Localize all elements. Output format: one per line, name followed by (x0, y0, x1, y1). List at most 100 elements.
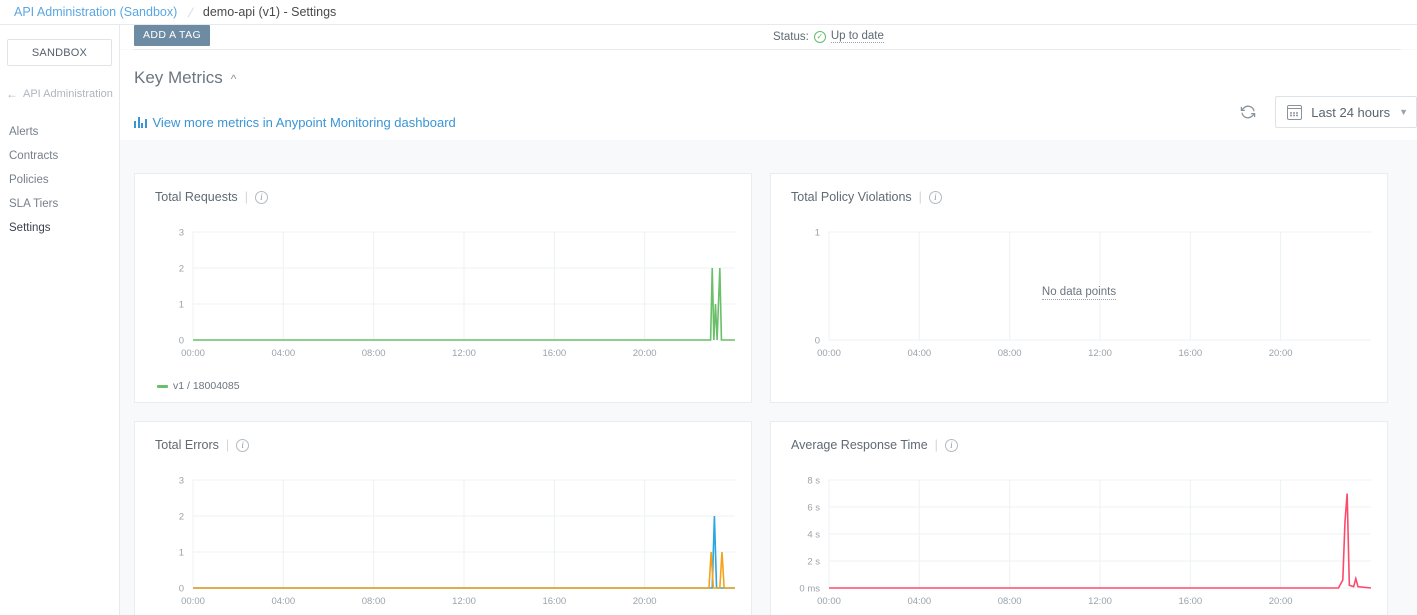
svg-text:12:00: 12:00 (1088, 596, 1112, 607)
charts-grid: Total Requests | i 0 1 2 3 00:00 04:00 08:00 12… (120, 173, 1417, 615)
legend-swatch (157, 385, 168, 388)
svg-text:0: 0 (179, 584, 184, 595)
svg-text:1: 1 (179, 548, 184, 559)
svg-text:20:00: 20:00 (1269, 348, 1293, 359)
svg-text:0 ms: 0 ms (799, 584, 820, 595)
view-more-metrics-label: View more metrics in Anypoint Monitoring… (153, 115, 456, 130)
chart-title-row: Total Errors | i (135, 422, 751, 452)
date-range-value: Last 24 hours (1311, 105, 1390, 120)
status-badge: Status: ✓ Up to date (773, 30, 884, 43)
sidebar-item-label: Policies (9, 174, 49, 186)
svg-text:4 s: 4 s (807, 530, 820, 541)
metrics-toolbar: View more metrics in Anypoint Monitoring… (120, 88, 1417, 140)
breadcrumb-root-link[interactable]: API Administration (Sandbox) (14, 5, 177, 19)
time-controls: Last 24 hours ▼ (1239, 96, 1417, 128)
breadcrumb: API Administration (Sandbox) / demo-api … (0, 0, 1417, 25)
info-icon[interactable]: i (929, 191, 942, 204)
view-more-metrics-link[interactable]: View more metrics in Anypoint Monitoring… (134, 115, 456, 130)
chart-title-row: Total Requests | i (135, 174, 751, 204)
sidebar-item-settings[interactable]: Settings (0, 216, 119, 240)
chart-plot-area: 0 ms2 s4 s6 s8 s00:0004:0008:0012:0016:0… (771, 466, 1387, 615)
chart-plot-area: 012300:0004:0008:0012:0016:0020:00 (135, 218, 751, 402)
chart-svg: 012300:0004:0008:0012:0016:0020:00 (135, 466, 753, 615)
back-link-label: API Administration (23, 88, 113, 100)
environment-label: SANDBOX (32, 47, 87, 59)
sidebar-item-sla-tiers[interactable]: SLA Tiers (0, 192, 119, 216)
svg-text:2 s: 2 s (807, 557, 820, 568)
sidebar-item-label: SLA Tiers (9, 198, 58, 210)
no-data-message: No data points (771, 286, 1387, 298)
svg-text:08:00: 08:00 (362, 348, 386, 359)
info-icon[interactable]: i (236, 439, 249, 452)
environment-selector[interactable]: SANDBOX (7, 39, 112, 66)
chart-plot-area: 0100:0004:0008:0012:0016:0020:00 (771, 218, 1387, 402)
svg-text:20:00: 20:00 (633, 596, 657, 607)
svg-text:0: 0 (179, 336, 184, 347)
svg-text:6 s: 6 s (807, 503, 820, 514)
sidebar-item-label: Settings (9, 222, 51, 234)
svg-text:00:00: 00:00 (817, 596, 841, 607)
back-to-api-administration-link[interactable]: ← API Administration (6, 88, 119, 100)
sidebar-item-label: Contracts (9, 150, 58, 162)
legend-label: v1 / 18004085 (173, 380, 240, 392)
chart-title: Total Requests (155, 190, 238, 204)
chart-title: Average Response Time (791, 438, 928, 452)
chart-card-total-requests: Total Requests | i 012300:0004:0008:0012… (134, 173, 752, 403)
svg-text:00:00: 00:00 (817, 348, 841, 359)
sidebar-item-alerts[interactable]: Alerts (0, 120, 119, 144)
chart-plot-area: 012300:0004:0008:0012:0016:0020:00 (135, 466, 751, 615)
chevron-up-icon[interactable]: ^ (231, 73, 237, 85)
date-range-picker[interactable]: Last 24 hours ▼ (1275, 96, 1417, 128)
add-a-tag-button[interactable]: ADD A TAG (134, 25, 210, 46)
svg-text:2: 2 (179, 264, 184, 275)
breadcrumb-current: demo-api (v1) - Settings (203, 5, 336, 19)
svg-text:12:00: 12:00 (452, 348, 476, 359)
status-label: Status: (773, 31, 809, 43)
status-value[interactable]: Up to date (831, 30, 884, 43)
svg-text:12:00: 12:00 (1088, 348, 1112, 359)
chart-title: Total Errors (155, 438, 219, 452)
api-toolbar: ADD A TAG Status: ✓ Up to date (120, 25, 1417, 49)
page-title: Key Metrics (134, 68, 223, 88)
svg-text:16:00: 16:00 (1178, 348, 1202, 359)
svg-text:16:00: 16:00 (1178, 596, 1202, 607)
chart-title-row: Average Response Time | i (771, 422, 1387, 452)
title-separator: | (226, 438, 229, 452)
key-metrics-header: Key Metrics ^ (120, 62, 1417, 88)
svg-text:08:00: 08:00 (998, 596, 1022, 607)
info-icon[interactable]: i (255, 191, 268, 204)
title-separator: | (935, 438, 938, 452)
chevron-down-icon: ▼ (1399, 107, 1408, 117)
chart-legend: v1 / 18004085 (157, 380, 240, 392)
sidebar-item-contracts[interactable]: Contracts (0, 144, 119, 168)
calendar-icon (1287, 105, 1302, 120)
spacer (120, 50, 1417, 62)
legend-entry[interactable]: v1 / 18004085 (157, 380, 240, 392)
check-circle-icon: ✓ (814, 31, 826, 43)
svg-text:20:00: 20:00 (633, 348, 657, 359)
refresh-icon[interactable] (1239, 103, 1257, 121)
bar-chart-icon (134, 116, 147, 128)
svg-text:12:00: 12:00 (452, 596, 476, 607)
chart-svg: 0 ms2 s4 s6 s8 s00:0004:0008:0012:0016:0… (771, 466, 1389, 615)
chart-svg: 0100:0004:0008:0012:0016:0020:00 (771, 218, 1389, 386)
svg-text:00:00: 00:00 (181, 348, 205, 359)
svg-text:04:00: 04:00 (271, 596, 295, 607)
sidebar-item-label: Alerts (9, 126, 38, 138)
no-data-label: No data points (1042, 286, 1116, 300)
svg-text:3: 3 (179, 476, 184, 487)
chart-card-total-errors: Total Errors | i 012300:0004:0008:0012:0… (134, 421, 752, 615)
chart-title: Total Policy Violations (791, 190, 912, 204)
svg-text:8 s: 8 s (807, 476, 820, 487)
svg-text:20:00: 20:00 (1269, 596, 1293, 607)
sidebar-item-policies[interactable]: Policies (0, 168, 119, 192)
info-icon[interactable]: i (945, 439, 958, 452)
svg-text:04:00: 04:00 (907, 348, 931, 359)
main-content: ADD A TAG Status: ✓ Up to date Key Metri… (120, 25, 1417, 615)
breadcrumb-separator: / (187, 5, 195, 20)
svg-text:2: 2 (179, 512, 184, 523)
svg-text:00:00: 00:00 (181, 596, 205, 607)
chart-card-total-policy-violations: Total Policy Violations | i 0100:0004:00… (770, 173, 1388, 403)
svg-text:3: 3 (179, 228, 184, 239)
sidebar-nav: Alerts Contracts Policies SLA Tiers Sett… (0, 120, 119, 240)
